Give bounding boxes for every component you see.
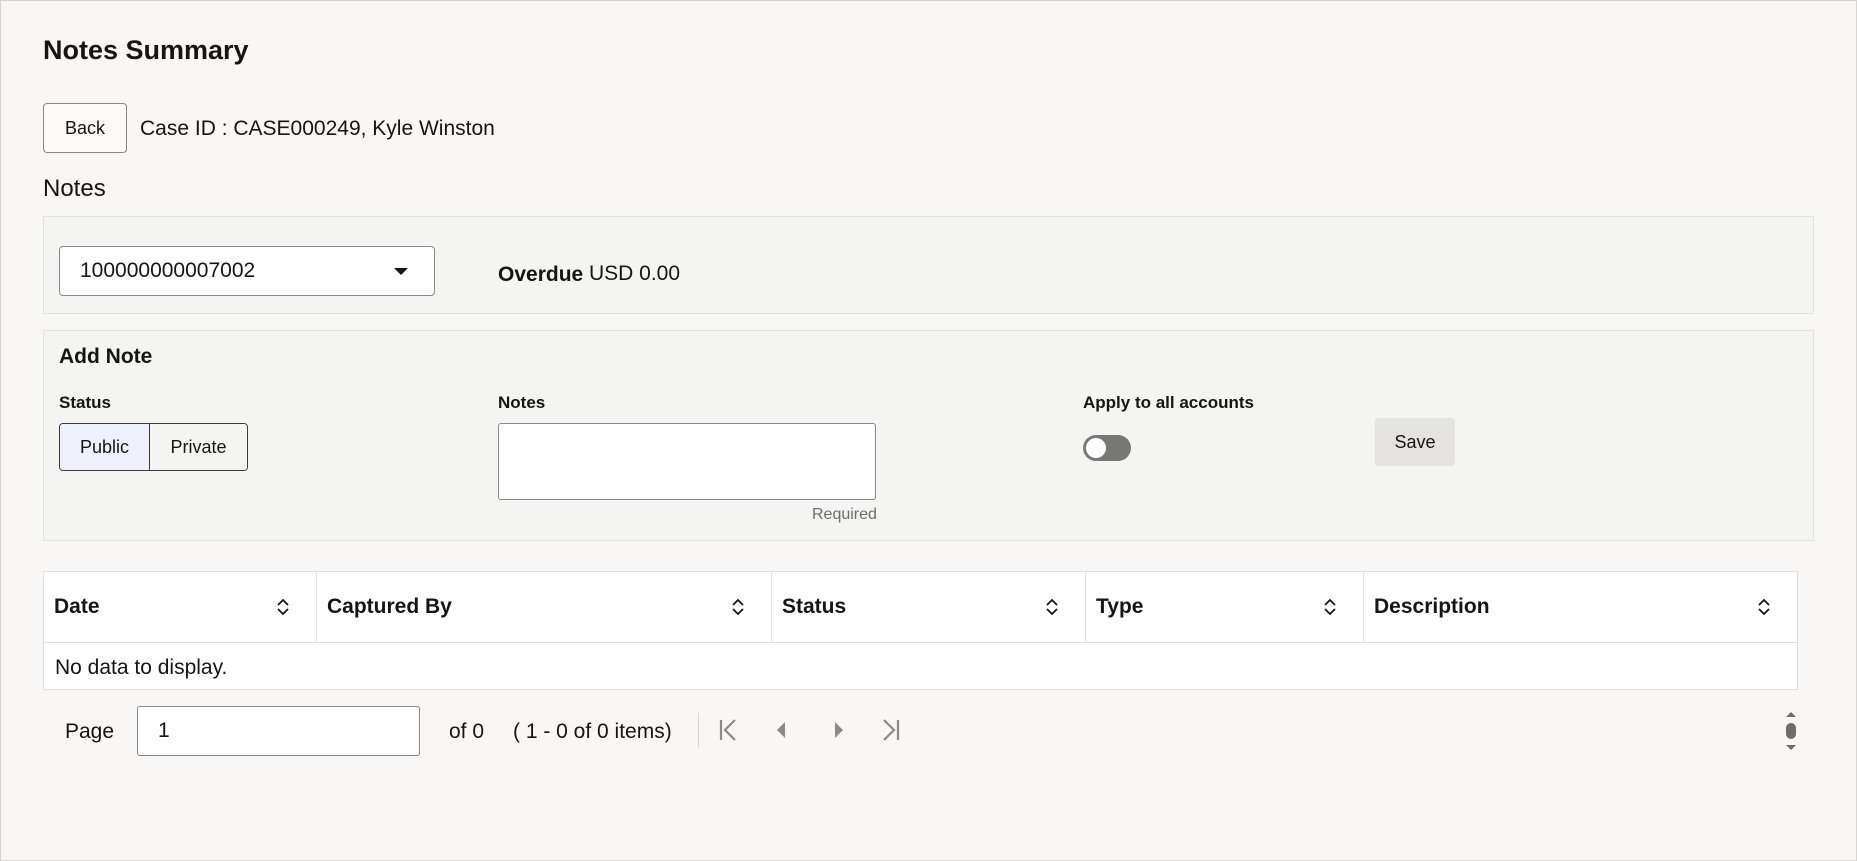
notes-table: Date Captured By Status Type Description… bbox=[43, 571, 1798, 690]
column-header-label: Description bbox=[1374, 595, 1490, 618]
column-header-description[interactable]: Description bbox=[1364, 572, 1797, 642]
notes-section-heading: Notes bbox=[43, 175, 106, 202]
overdue-value: USD 0.00 bbox=[589, 262, 681, 285]
add-note-title: Add Note bbox=[59, 345, 153, 368]
first-page-icon[interactable] bbox=[713, 715, 743, 745]
toggle-knob bbox=[1086, 438, 1106, 458]
column-header-status[interactable]: Status bbox=[772, 572, 1086, 642]
sort-icon bbox=[1324, 598, 1336, 616]
account-panel: 100000000007002 Overdue USD 0.00 bbox=[43, 216, 1814, 314]
apply-all-toggle[interactable] bbox=[1083, 435, 1131, 461]
column-header-type[interactable]: Type bbox=[1086, 572, 1364, 642]
table-empty-message: No data to display. bbox=[55, 656, 228, 679]
column-header-label: Status bbox=[782, 595, 847, 618]
next-page-icon[interactable] bbox=[824, 715, 854, 745]
previous-page-icon[interactable] bbox=[766, 715, 796, 745]
sort-icon bbox=[277, 598, 289, 616]
notes-label: Notes bbox=[498, 393, 546, 412]
overdue-label: Overdue bbox=[498, 263, 584, 286]
save-button[interactable]: Save bbox=[1375, 418, 1455, 466]
notes-textarea[interactable] bbox=[498, 423, 876, 500]
add-note-panel: Add Note Status Public Private Notes Req… bbox=[43, 330, 1814, 541]
page-number-input[interactable]: 1 bbox=[137, 706, 420, 756]
status-label: Status bbox=[59, 393, 111, 412]
apply-all-label: Apply to all accounts bbox=[1083, 393, 1254, 412]
sort-icon bbox=[732, 598, 744, 616]
notes-required-hint: Required bbox=[812, 506, 877, 523]
column-header-captured-by[interactable]: Captured By bbox=[317, 572, 772, 642]
account-select-value: 100000000007002 bbox=[80, 259, 256, 282]
status-segmented-control: Public Private bbox=[59, 423, 248, 471]
back-button[interactable]: Back bbox=[43, 103, 127, 153]
sort-icon bbox=[1758, 598, 1770, 616]
page-total: of 0 bbox=[449, 720, 485, 743]
notes-summary-page: Notes Summary Back Case ID : CASE000249,… bbox=[0, 0, 1857, 861]
sort-icon bbox=[1046, 598, 1058, 616]
pagination-bar: Page 1 of 0 ( 1 - 0 of 0 items) bbox=[43, 701, 1814, 761]
page-item-range: ( 1 - 0 of 0 items) bbox=[513, 720, 672, 743]
table-header: Date Captured By Status Type Description bbox=[44, 572, 1797, 643]
column-header-date[interactable]: Date bbox=[44, 572, 317, 642]
last-page-icon[interactable] bbox=[876, 715, 906, 745]
page-label: Page bbox=[65, 720, 115, 743]
more-options-icon[interactable] bbox=[1783, 709, 1799, 753]
column-header-label: Captured By bbox=[327, 595, 452, 618]
status-private-button[interactable]: Private bbox=[150, 424, 247, 470]
case-info: Case ID : CASE000249, Kyle Winston bbox=[140, 117, 495, 140]
status-public-button[interactable]: Public bbox=[60, 424, 150, 470]
chevron-down-icon bbox=[394, 268, 408, 275]
pager-divider bbox=[698, 713, 699, 747]
account-select[interactable]: 100000000007002 bbox=[59, 246, 435, 296]
page-title: Notes Summary bbox=[43, 35, 249, 65]
column-header-label: Date bbox=[54, 595, 100, 618]
column-header-label: Type bbox=[1096, 595, 1144, 618]
